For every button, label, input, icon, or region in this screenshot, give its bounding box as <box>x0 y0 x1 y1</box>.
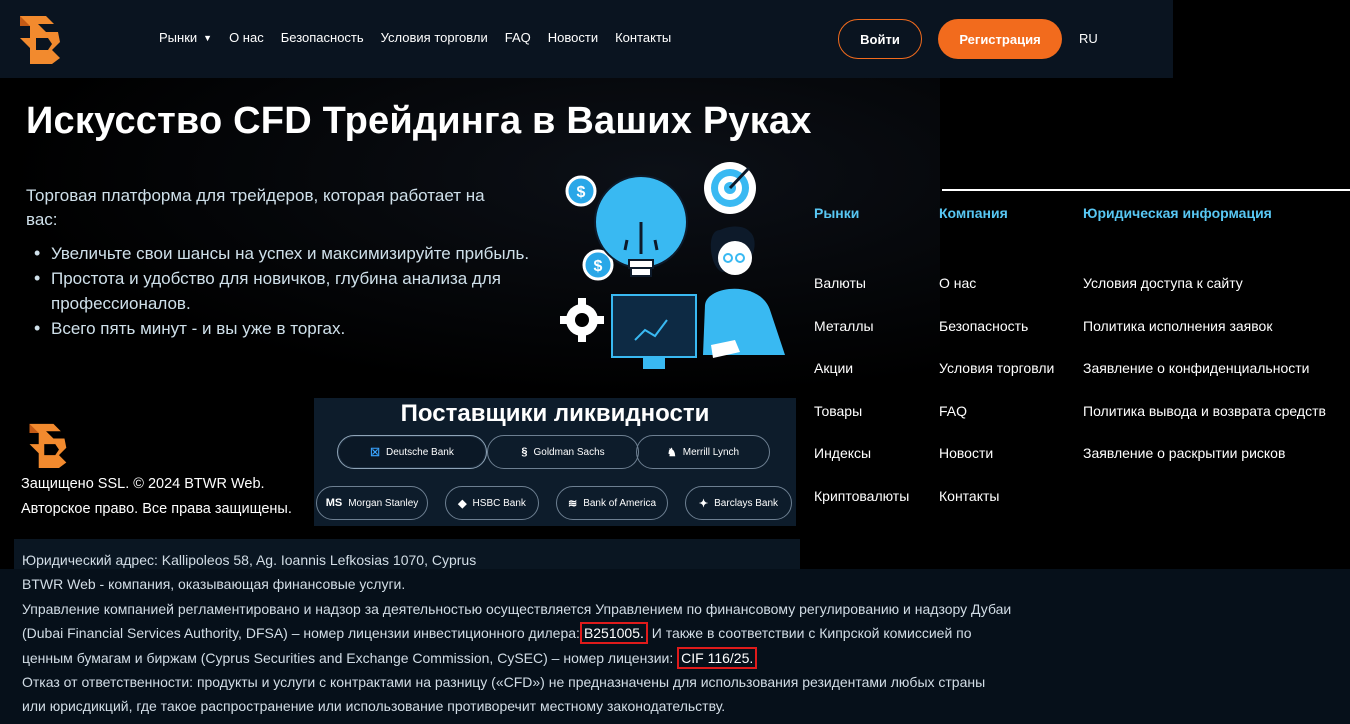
copyright: Защищено SSL. © 2024 BTWR Web. Авторское… <box>21 476 292 517</box>
legal-disclaimer: или юрисдикций, где такое распространени… <box>22 698 726 715</box>
footer-divider <box>942 189 1350 191</box>
provider-merrill-lynch[interactable]: ♞ Merrill Lynch <box>636 435 770 469</box>
morgan-stanley-icon: MS <box>325 497 343 509</box>
footer-link[interactable]: Заявление о раскрытии рисков <box>1083 445 1326 488</box>
footer-heading: Юридическая информация <box>1083 205 1272 221</box>
hero-bullet: Увеличьте свои шансы на успех и максимиз… <box>30 241 530 266</box>
legal-address: Юридический адрес: Kallipoleos 58, Ag. I… <box>22 552 477 568</box>
hsbc-icon: ◆ <box>458 497 467 510</box>
footer-link[interactable]: Политика вывода и возврата средств <box>1083 403 1326 446</box>
footer-link[interactable]: Политика исполнения заявок <box>1083 318 1326 361</box>
nav-markets[interactable]: Рынки ▼ <box>159 30 212 45</box>
footer-link[interactable]: Заявление о конфиденциальности <box>1083 360 1326 403</box>
nav-security[interactable]: Безопасность <box>281 30 364 45</box>
footer-link[interactable]: Металлы <box>814 318 909 361</box>
gear-icon <box>560 298 604 342</box>
barclays-eagle-icon: ✦ <box>698 497 709 510</box>
dfsa-license-number: B251005. <box>579 622 648 645</box>
goldman-sachs-icon: § <box>521 446 528 458</box>
footer-link[interactable]: Условия торговли <box>939 360 1054 403</box>
legal-regulation: Управление компанией регламентировано и … <box>22 600 1012 617</box>
footer-link[interactable]: Контакты <box>939 488 1054 531</box>
footer-link[interactable]: Новости <box>939 445 1054 488</box>
footer-link[interactable]: Безопасность <box>939 318 1054 361</box>
footer-link[interactable]: Товары <box>814 403 909 446</box>
hero-bullets: Увеличьте свои шансы на успех и максимиз… <box>30 241 530 341</box>
provider-goldman-sachs[interactable]: § Goldman Sachs <box>487 435 639 469</box>
top-navbar: Рынки ▼ О нас Безопасность Условия торго… <box>0 0 1173 78</box>
legal-disclaimer: Отказ от ответственности: продукты и усл… <box>22 674 986 691</box>
merrill-lynch-icon: ♞ <box>666 446 677 459</box>
cysec-license-number: CIF 116/25. <box>677 646 758 669</box>
legal-regulation: ценным бумагам и биржам (Cyprus Securiti… <box>22 646 1022 670</box>
footer-column-company: Компания О нас Безопасность Условия торг… <box>939 205 1054 530</box>
footer-heading: Рынки <box>814 205 860 221</box>
register-button[interactable]: Регистрация <box>938 19 1062 59</box>
language-selector[interactable]: RU <box>1079 31 1098 46</box>
legal-company: BTWR Web - компания, оказывающая финансо… <box>22 576 406 593</box>
hero-subtitle: Торговая платформа для трейдеров, котора… <box>26 186 485 229</box>
btwr-logo[interactable] <box>16 14 62 64</box>
liquidity-providers-panel: Поставщики ликвидности ☒ Deutsche Bank §… <box>314 398 796 526</box>
footer-link[interactable]: Условия доступа к сайту <box>1083 275 1326 318</box>
liquidity-title: Поставщики ликвидности <box>400 400 710 427</box>
person-icon <box>703 226 785 358</box>
login-button[interactable]: Войти <box>838 19 922 59</box>
legal-regulation: (Dubai Financial Services Authority, DFS… <box>22 621 1022 645</box>
footer-column-legal: Юридическая информация Условия доступа к… <box>1083 205 1326 488</box>
caret-down-icon: ▼ <box>203 32 213 43</box>
footer-link[interactable]: FAQ <box>939 403 1054 446</box>
footer-btwr-logo[interactable] <box>24 422 70 468</box>
provider-morgan-stanley[interactable]: MS Morgan Stanley <box>316 486 428 520</box>
provider-hsbc-bank[interactable]: ◆ HSBC Bank <box>445 486 539 520</box>
target-icon <box>704 162 756 214</box>
nav-contacts[interactable]: Контакты <box>615 30 671 45</box>
monitor-icon <box>611 294 697 369</box>
bank-of-america-icon: ≋ <box>567 497 578 510</box>
footer-column-markets: Рынки Валюты Металлы Акции Товары Индекс… <box>814 205 909 530</box>
nav-about[interactable]: О нас <box>229 30 264 45</box>
footer-heading: Компания <box>939 205 1008 221</box>
nav-faq[interactable]: FAQ <box>505 30 531 45</box>
footer-link[interactable]: Акции <box>814 360 909 403</box>
deutsche-bank-icon: ☒ <box>370 446 381 459</box>
footer-link[interactable]: Криптовалюты <box>814 488 909 531</box>
footer-link[interactable]: О нас <box>939 275 1054 318</box>
hero-bullet: Простота и удобство для новичков, глубин… <box>30 266 530 316</box>
trader-illustration: $ $ <box>560 162 785 369</box>
legal-info: Юридический адрес: Kallipoleos 58, Ag. I… <box>22 548 1022 719</box>
provider-barclays-bank[interactable]: ✦ Barclays Bank <box>685 486 792 520</box>
provider-deutsche-bank[interactable]: ☒ Deutsche Bank <box>337 435 487 469</box>
main-nav: Рынки ▼ О нас Безопасность Условия торго… <box>159 30 688 45</box>
hero-bullet: Всего пять минут - и вы уже в торгах. <box>30 316 530 341</box>
footer-link[interactable]: Индексы <box>814 445 909 488</box>
footer-link[interactable]: Валюты <box>814 275 909 318</box>
nav-trading-conditions[interactable]: Условия торговли <box>381 30 488 45</box>
hero-title: Искусство CFD Трейдинга в Ваших Руках <box>26 100 812 142</box>
provider-bank-of-america[interactable]: ≋ Bank of America <box>556 486 668 520</box>
svg-text:$: $ <box>594 258 603 275</box>
svg-text:$: $ <box>577 184 586 201</box>
nav-news[interactable]: Новости <box>548 30 598 45</box>
